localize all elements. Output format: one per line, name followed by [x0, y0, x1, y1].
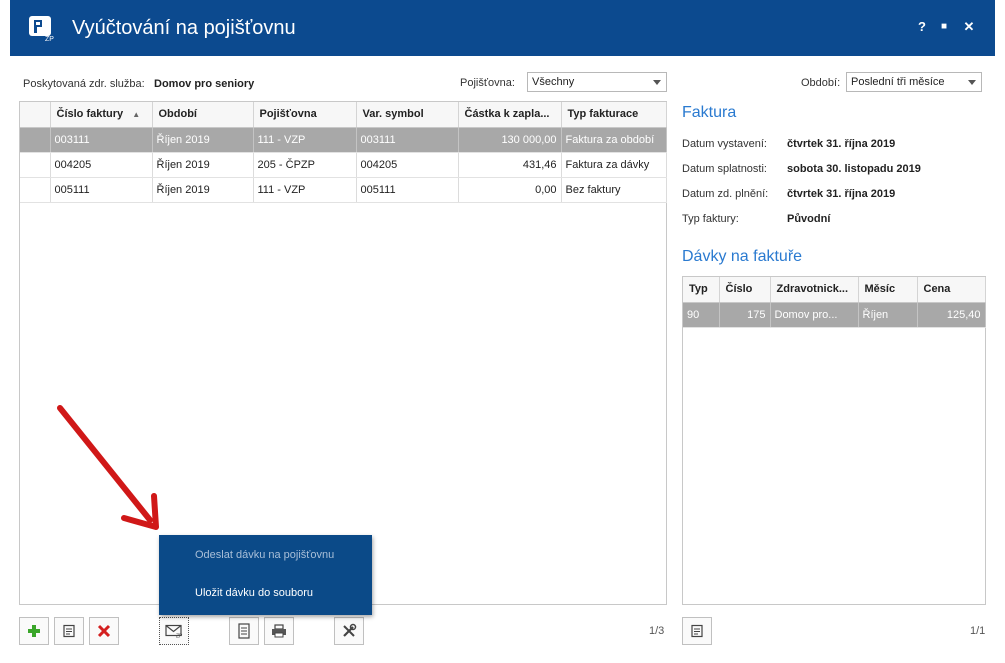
col-header-price[interactable]: Cena — [917, 277, 986, 303]
col-header-facility[interactable]: Zdravotnick... — [770, 277, 859, 303]
table-row[interactable]: 004205 Říjen 2019 205 - ČPZP 004205 431,46 Fa… — [20, 152, 667, 178]
table-cell: Domov pro... — [770, 302, 859, 328]
table-cell: Říjen — [858, 302, 918, 328]
col-header-insurer[interactable]: Pojišťovna — [253, 102, 357, 128]
supply-date-label: Datum zd. plnění: — [682, 188, 769, 200]
service-label: Poskytovaná zdr. služba: — [23, 78, 145, 90]
table-row[interactable]: 003111 Říjen 2019 111 - VZP 003111 130 000,0… — [20, 127, 667, 153]
menu-item-save-batch[interactable]: Uložit dávku do souboru — [195, 587, 313, 599]
batches-grid: Typ Číslo Zdravotnick... Měsíc Cena 90 17… — [682, 276, 986, 605]
batches-header-row: Typ Číslo Zdravotnick... Měsíc Cena — [683, 277, 986, 303]
invoice-type-label: Typ faktury: — [682, 213, 739, 225]
menu-item-send-batch[interactable]: Odeslat dávku na pojišťovnu — [195, 549, 334, 561]
table-cell: 111 - VZP — [253, 177, 357, 203]
table-cell: 90 — [683, 302, 720, 328]
table-cell: Faktura za období — [561, 127, 667, 153]
insurer-label: Pojišťovna: — [460, 77, 515, 89]
close-button[interactable]: ✕ — [961, 17, 977, 37]
batch-edit-button[interactable] — [682, 617, 712, 645]
period-select[interactable]: Poslední tři měsíce — [846, 72, 982, 92]
envelope-zp-icon: ZP — [165, 624, 183, 638]
table-cell: 004205 — [356, 152, 459, 178]
due-date-value: sobota 30. listopadu 2019 — [787, 163, 921, 175]
invoices-pager: 1/3 — [649, 625, 665, 637]
col-header-amount[interactable]: Částka k zapla... — [458, 102, 562, 128]
table-cell: Říjen 2019 — [152, 127, 254, 153]
col-header-invoice-type[interactable]: Typ fakturace — [561, 102, 667, 128]
table-row[interactable]: 005111 Říjen 2019 111 - VZP 005111 0,00 Bez f… — [20, 177, 667, 203]
delete-button[interactable] — [89, 617, 119, 645]
help-button[interactable]: ? — [914, 17, 930, 37]
table-cell: 125,40 — [917, 302, 986, 328]
window-title: Vyúčtování na pojišťovnu — [72, 17, 296, 39]
table-cell: 005111 — [50, 177, 153, 203]
document-edit-icon — [691, 624, 703, 638]
add-button[interactable] — [19, 617, 49, 645]
edit-button[interactable] — [54, 617, 84, 645]
issued-date-value: čtvrtek 31. října 2019 — [787, 138, 896, 150]
title-bar: ZP Vyúčtování na pojišťovnu ? ■ ✕ — [10, 0, 995, 56]
document-edit-icon — [63, 624, 75, 638]
table-cell: 005111 — [356, 177, 459, 203]
table-cell: 431,46 — [458, 152, 562, 178]
table-cell: 130 000,00 — [458, 127, 562, 153]
row-indicator-header — [20, 102, 51, 128]
tools-button[interactable] — [334, 617, 364, 645]
row-indicator — [20, 127, 51, 153]
table-row[interactable]: 90 175 Domov pro... Říjen 125,40 — [683, 302, 986, 328]
insurer-select[interactable]: Všechny — [527, 72, 667, 92]
table-cell: 0,00 — [458, 177, 562, 203]
service-value: Domov pro seniory — [154, 78, 255, 90]
col-header-label: Číslo faktury — [56, 108, 124, 121]
period-select-value: Poslední tři měsíce — [851, 76, 945, 88]
table-cell: Faktura za dávky — [561, 152, 667, 178]
period-label: Období: — [801, 77, 841, 89]
col-header-period[interactable]: Období — [152, 102, 254, 128]
document-icon — [238, 623, 250, 639]
table-cell: 111 - VZP — [253, 127, 357, 153]
svg-text:ZP: ZP — [176, 634, 183, 639]
issued-date-label: Datum vystavení: — [682, 138, 767, 150]
table-cell: 003111 — [50, 127, 153, 153]
col-header-invoice-number[interactable]: Číslo faktury ▲ — [50, 102, 153, 128]
col-header-number[interactable]: Číslo — [719, 277, 771, 303]
printer-icon — [272, 624, 286, 638]
invoices-header-row: Číslo faktury ▲ Období Pojišťovna Var. s… — [20, 102, 667, 128]
table-cell: 004205 — [50, 152, 153, 178]
table-cell: 003111 — [356, 127, 459, 153]
table-cell: Říjen 2019 — [152, 177, 254, 203]
batches-section-title: Dávky na faktuře — [682, 248, 803, 265]
col-header-type[interactable]: Typ — [683, 277, 720, 303]
col-header-month[interactable]: Měsíc — [858, 277, 918, 303]
x-icon — [97, 624, 111, 638]
supply-date-value: čtvrtek 31. října 2019 — [787, 188, 896, 200]
annotation-arrow-icon — [57, 405, 159, 530]
table-cell: 205 - ČPZP — [253, 152, 357, 178]
send-menu-popup: Odeslat dávku na pojišťovnu Uložit dávku… — [159, 535, 372, 615]
sort-ascending-icon: ▲ — [132, 110, 141, 120]
chevron-down-icon — [968, 80, 976, 85]
invoice-type-value: Původní — [787, 213, 831, 225]
col-header-var-symbol[interactable]: Var. symbol — [356, 102, 459, 128]
table-cell: Říjen 2019 — [152, 152, 254, 178]
table-cell: 175 — [719, 302, 771, 328]
row-indicator — [20, 177, 51, 203]
plus-icon — [28, 625, 40, 637]
print-button[interactable] — [264, 617, 294, 645]
row-indicator — [20, 152, 51, 178]
table-cell: Bez faktury — [561, 177, 667, 203]
batches-pager: 1/1 — [970, 625, 986, 637]
svg-text:ZP: ZP — [45, 36, 54, 42]
send-batch-button[interactable]: ZP — [159, 617, 189, 645]
chevron-down-icon — [653, 80, 661, 85]
zp-logo-icon: ZP — [29, 16, 54, 42]
invoice-section-title: Faktura — [682, 104, 737, 121]
tools-icon — [343, 623, 357, 637]
maximize-button[interactable]: ■ — [936, 17, 952, 37]
due-date-label: Datum splatnosti: — [682, 163, 767, 175]
report-button[interactable] — [229, 617, 259, 645]
insurer-select-value: Všechny — [532, 76, 575, 88]
